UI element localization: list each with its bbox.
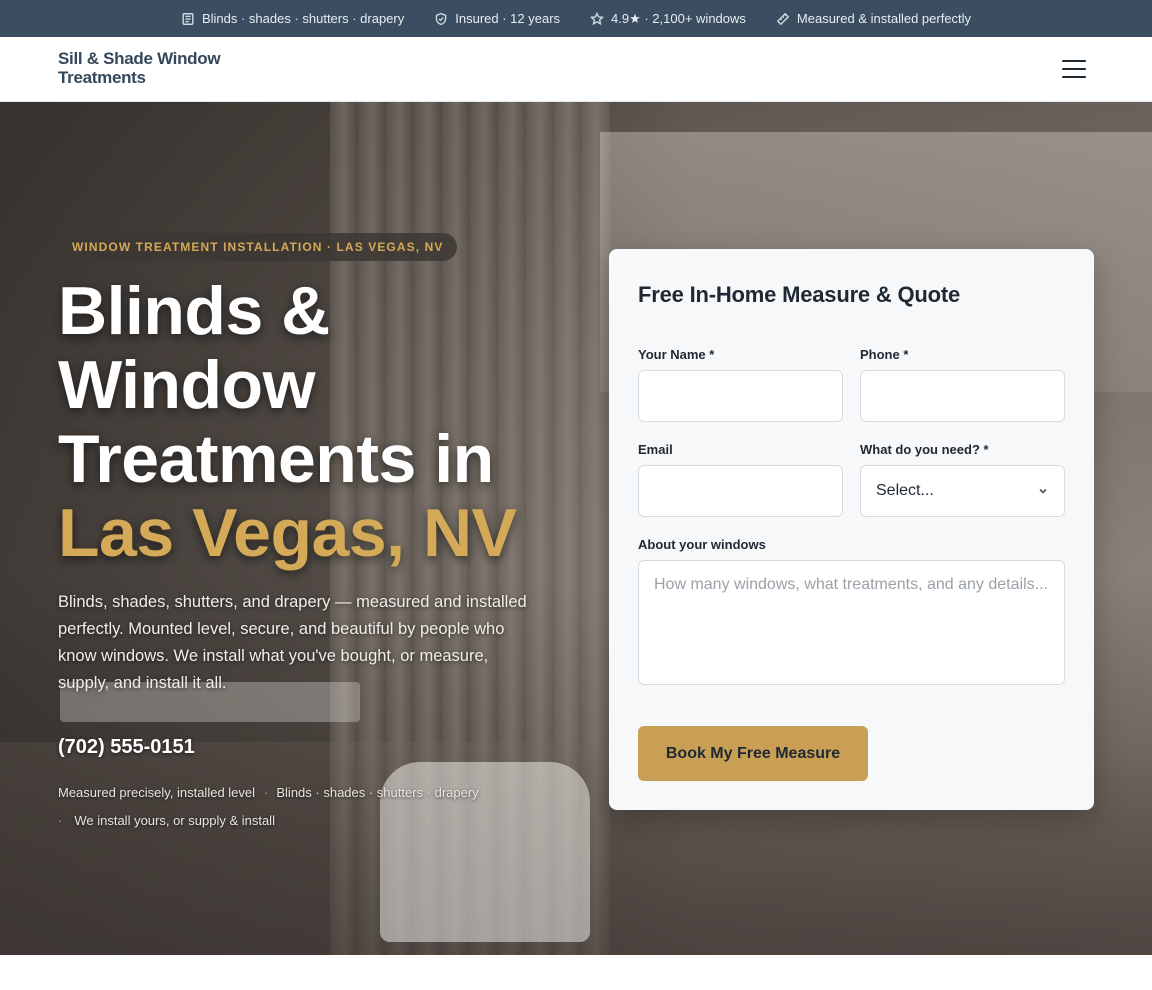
list-icon bbox=[182, 12, 194, 25]
email-input[interactable] bbox=[638, 465, 843, 517]
email-label: Email bbox=[638, 442, 673, 457]
topbar-item-services: Blinds · shades · shutters · drapery bbox=[181, 11, 404, 26]
announcement-bar: Blinds · shades · shutters · drapery Ins… bbox=[0, 0, 1152, 37]
form-title: Free In-Home Measure & Quote bbox=[638, 282, 961, 307]
chevron-down-icon bbox=[1039, 488, 1047, 494]
shield-icon bbox=[436, 12, 447, 25]
need-label: What do you need? * bbox=[860, 442, 989, 457]
topbar-item-insured: Insured · 12 years bbox=[434, 11, 560, 26]
star-icon bbox=[590, 11, 605, 25]
headline-line: Blinds & bbox=[58, 273, 330, 349]
quote-form-card: Free In-Home Measure & Quote Your Name *… bbox=[609, 249, 1094, 810]
hamburger-menu-icon[interactable] bbox=[1060, 57, 1088, 81]
need-select-value: Select... bbox=[876, 482, 934, 499]
topbar-item-measured: Measured & installed perfectly bbox=[776, 11, 971, 26]
about-textarea[interactable] bbox=[638, 560, 1065, 685]
feature-separator: · bbox=[264, 785, 269, 800]
phone-label: Phone * bbox=[860, 347, 909, 362]
headline-line: Treatments in bbox=[58, 421, 494, 497]
ruler-icon bbox=[776, 12, 790, 25]
hero-section: WINDOW TREATMENT INSTALLATION · LAS VEGA… bbox=[0, 102, 1152, 955]
topbar-item-label: Measured & installed perfectly bbox=[796, 11, 972, 26]
headline-accent-location: Las Vegas, NV bbox=[58, 495, 517, 571]
book-measure-button[interactable]: Book My Free Measure bbox=[638, 726, 868, 781]
headline-line: Window bbox=[58, 347, 315, 423]
hero-badge: WINDOW TREATMENT INSTALLATION · LAS VEGA… bbox=[58, 233, 458, 261]
phone-input[interactable] bbox=[860, 370, 1065, 422]
name-label: Your Name * bbox=[638, 347, 715, 362]
hero-feature-list: Measured precisely, installed level · Blin… bbox=[58, 779, 528, 835]
feature-item: We install yours, or supply & install bbox=[74, 813, 275, 828]
name-input[interactable] bbox=[638, 370, 843, 422]
feature-item: Measured precisely, installed level bbox=[58, 785, 256, 800]
hero-headline: Blinds & Window Treatments in Las Vegas,… bbox=[58, 274, 578, 570]
hero-subcopy: Blinds, shades, shutters, and drapery — … bbox=[58, 593, 527, 692]
menu-line bbox=[1062, 60, 1086, 62]
need-select[interactable]: Select... bbox=[860, 465, 1065, 517]
about-label: About your windows bbox=[638, 537, 766, 552]
feature-separator: · bbox=[58, 813, 63, 828]
phone-link[interactable]: (702) 555-0151 bbox=[58, 736, 195, 759]
menu-line bbox=[1062, 68, 1086, 70]
menu-line bbox=[1062, 76, 1086, 78]
topbar-item-label: 4.9★ · 2,100+ windows bbox=[611, 10, 746, 26]
topbar-item-label: Insured · 12 years bbox=[455, 11, 561, 26]
feature-item: Blinds · shades · shutters · drapery bbox=[276, 785, 479, 800]
site-header: Sill & Shade Window Treatments bbox=[0, 37, 1152, 102]
topbar-item-rating: 4.9★ · 2,100+ windows bbox=[590, 11, 746, 27]
site-logo[interactable]: Sill & Shade Window Treatments bbox=[58, 49, 248, 87]
topbar-item-label: Blinds · shades · shutters · drapery bbox=[201, 11, 405, 26]
